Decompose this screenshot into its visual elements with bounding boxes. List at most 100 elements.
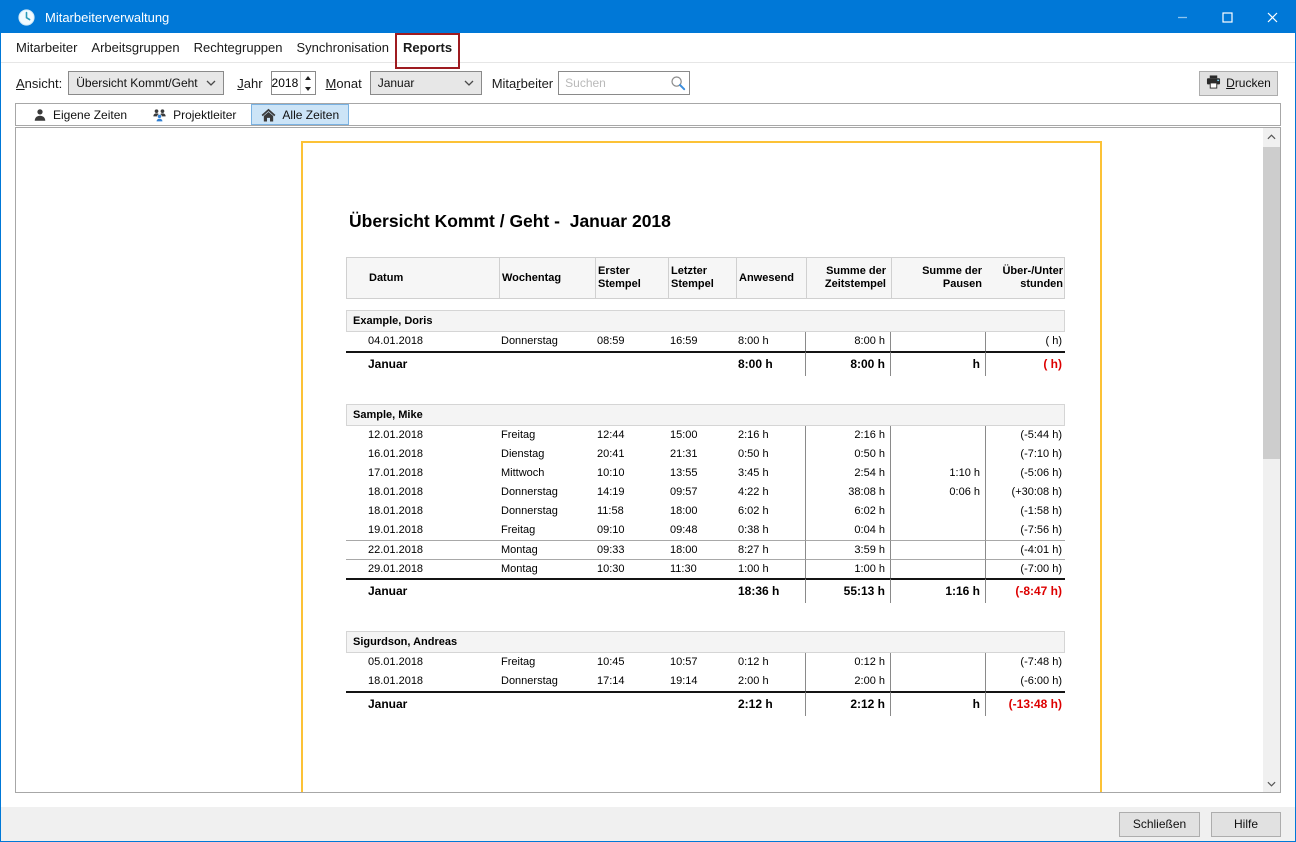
scrollbar-thumb[interactable] [1263,147,1280,459]
body-cell: 6:02 h [806,502,891,521]
spinner-up-button[interactable] [301,72,315,83]
body-cell: 2:00 h [736,672,806,691]
body-cell: 22.01.2018 [346,540,499,559]
menu-item-synchronisation[interactable]: Synchronisation [297,40,390,55]
scroll-up-icon[interactable] [1263,128,1280,145]
column-header: Letzter Stempel [669,258,737,298]
menu-bar: Mitarbeiter Arbeitsgruppen Rechtegruppen Sy… [1,33,1295,63]
body-cell: 0:38 h [736,521,806,540]
ansicht-dropdown-value: Übersicht Kommt/Geht [76,76,197,90]
summary-cell [595,578,668,603]
person-icon [33,108,47,122]
report-title: Übersicht Kommt / Geht - Januar 2018 [349,211,671,232]
drucken-button[interactable]: Drucken [1199,71,1278,96]
jahr-input[interactable] [272,72,300,94]
minimize-button[interactable] [1160,1,1205,33]
summary-row: Januar2:12 h2:12 hh(-13:48 h) [346,691,1065,716]
body-cell: (-1:58 h) [986,502,1065,521]
search-input[interactable] [559,76,667,90]
body-cell [891,426,986,445]
column-header: Anwesend [737,258,807,298]
search-icon[interactable] [667,75,689,91]
summary-cell: Januar [346,351,499,376]
table-row: 19.01.2018Freitag09:1009:480:38 h0:04 h(… [346,521,1065,540]
body-cell: 10:45 [595,653,668,672]
tab-eigene-zeiten[interactable]: Eigene Zeiten [23,104,137,125]
chevron-down-icon [464,80,474,86]
body-cell: 19.01.2018 [346,521,499,540]
body-cell: 0:06 h [891,483,986,502]
monat-dropdown[interactable]: Januar [370,71,482,95]
summary-cell: 2:12 h [806,691,891,716]
body-cell: 08:59 [595,332,668,351]
report-table: DatumWochentagErster StempelLetzter Stem… [346,257,1065,716]
close-button[interactable] [1250,1,1295,33]
scroll-down-icon[interactable] [1263,775,1280,792]
summary-cell: h [891,351,986,376]
table-header-row: DatumWochentagErster StempelLetzter Stem… [346,257,1065,299]
menu-item-mitarbeiter[interactable]: Mitarbeiter [16,40,77,55]
jahr-label: Jahr [237,76,262,91]
body-cell: (-5:06 h) [986,464,1065,483]
body-cell: 04.01.2018 [346,332,499,351]
body-cell: 20:41 [595,445,668,464]
body-cell: 09:10 [595,521,668,540]
table-row: 05.01.2018Freitag10:4510:570:12 h0:12 h(… [346,653,1065,672]
body-cell: Freitag [499,521,595,540]
summary-row: Januar18:36 h55:13 h1:16 h(-8:47 h) [346,578,1065,603]
summary-cell: 18:36 h [736,578,806,603]
jahr-spinner[interactable] [271,71,316,95]
body-cell: 17:14 [595,672,668,691]
people-icon [152,108,167,122]
body-cell [891,559,986,578]
table-row: 12.01.2018Freitag12:4415:002:16 h2:16 h(… [346,426,1065,445]
column-header: Summe der Pausen [892,258,987,298]
ansicht-dropdown[interactable]: Übersicht Kommt/Geht [68,71,224,95]
monat-dropdown-value: Januar [378,76,415,90]
body-cell: 12:44 [595,426,668,445]
menu-item-rechtegruppen[interactable]: Rechtegruppen [194,40,283,55]
column-header: Über-/Unter stunden [987,258,1066,298]
report-viewport: Übersicht Kommt / Geht - Januar 2018 Dat… [15,127,1281,793]
body-cell: 8:00 h [736,332,806,351]
menu-item-reports[interactable]: Reports [403,40,452,55]
schliessen-button[interactable]: Schließen [1119,812,1200,837]
maximize-button[interactable] [1205,1,1250,33]
body-cell: 18.01.2018 [346,502,499,521]
titlebar: Mitarbeiterverwaltung [1,1,1295,33]
table-row: 18.01.2018Donnerstag14:1909:574:22 h38:0… [346,483,1065,502]
body-cell: 3:59 h [806,540,891,559]
body-cell [891,540,986,559]
summary-cell [499,578,595,603]
summary-cell: 1:16 h [891,578,986,603]
hilfe-button[interactable]: Hilfe [1211,812,1281,837]
body-cell [891,653,986,672]
chevron-down-icon [206,80,216,86]
hilfe-button-label: Hilfe [1234,817,1258,831]
body-cell: 10:57 [668,653,736,672]
body-cell: 1:00 h [806,559,891,578]
monat-label: Monat [326,76,362,91]
footer: Schließen Hilfe [1,807,1295,841]
tab-projektleiter[interactable]: Projektleiter [142,104,246,125]
body-cell: 05.01.2018 [346,653,499,672]
spinner-down-button[interactable] [301,83,315,94]
body-cell: (-4:01 h) [986,540,1065,559]
menu-item-arbeitsgruppen[interactable]: Arbeitsgruppen [91,40,179,55]
body-cell: (-5:44 h) [986,426,1065,445]
summary-cell: h [891,691,986,716]
vertical-scrollbar[interactable] [1263,128,1280,792]
body-cell: 2:54 h [806,464,891,483]
body-cell: Freitag [499,426,595,445]
body-cell: (+30:08 h) [986,483,1065,502]
body-cell [891,445,986,464]
summary-cell: Januar [346,578,499,603]
triangle-down-icon [305,87,311,91]
body-cell: 18.01.2018 [346,483,499,502]
body-cell: 2:16 h [806,426,891,445]
tab-alle-zeiten[interactable]: Alle Zeiten [251,104,349,125]
body-cell: (-7:56 h) [986,521,1065,540]
summary-cell: (-8:47 h) [986,578,1065,603]
summary-cell: 2:12 h [736,691,806,716]
body-cell: 29.01.2018 [346,559,499,578]
